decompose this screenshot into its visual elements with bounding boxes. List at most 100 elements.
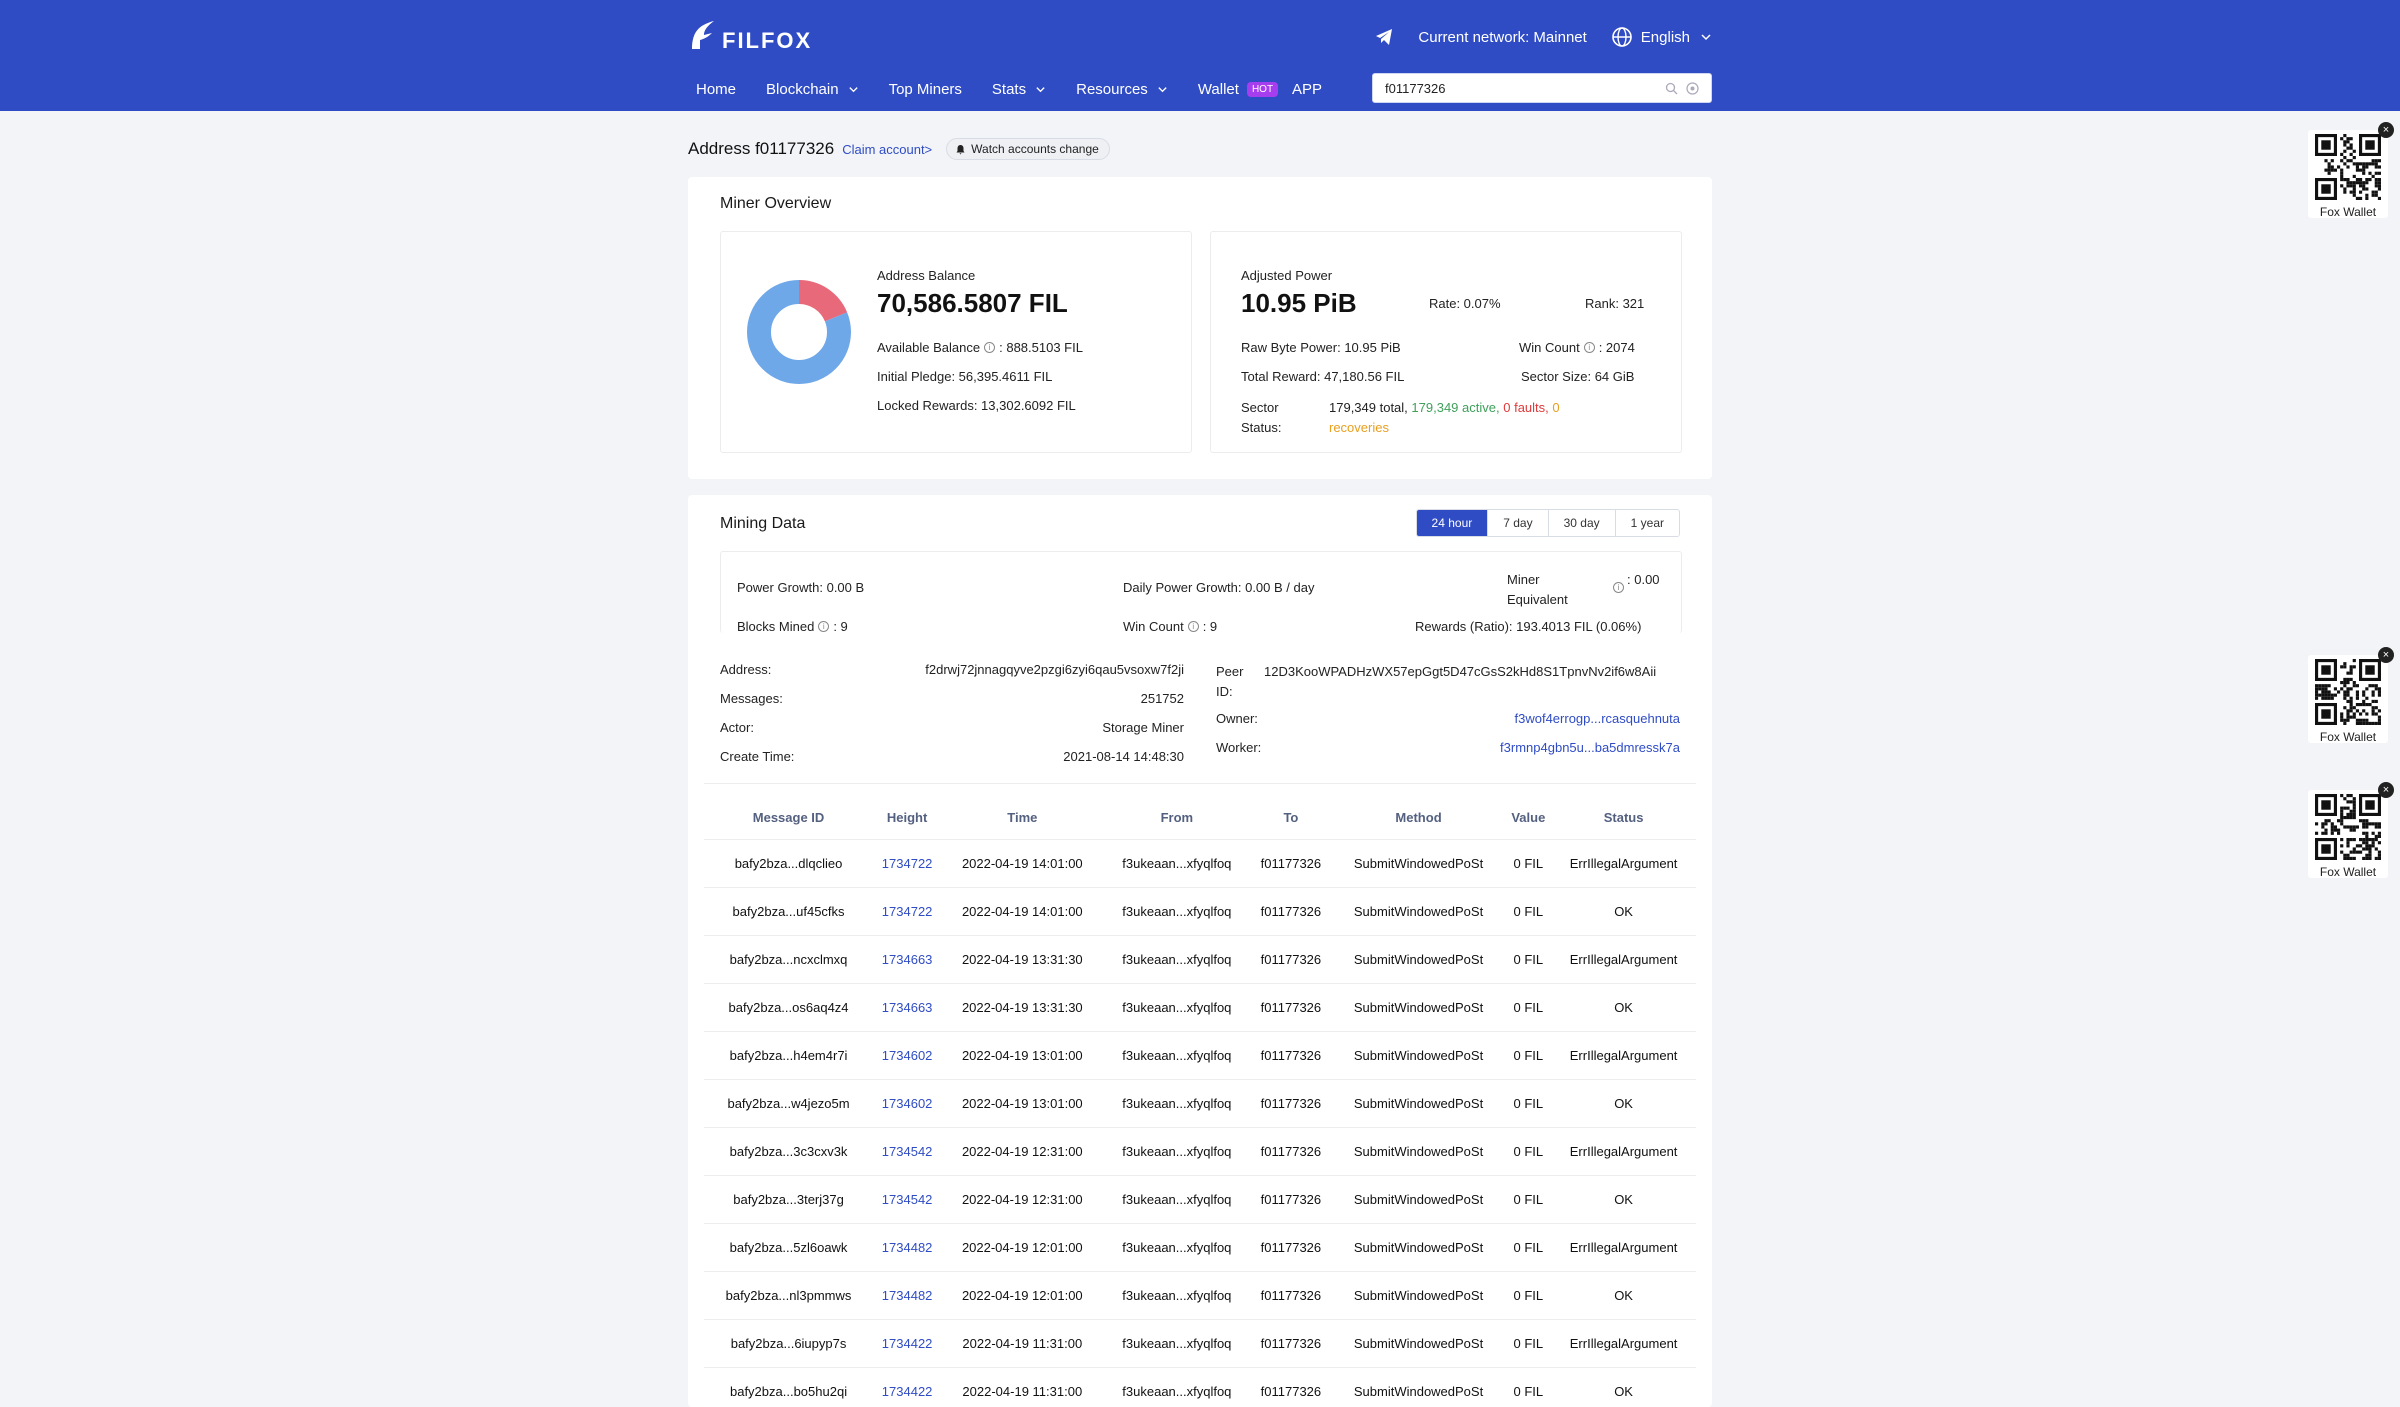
- balance-label: Address Balance: [877, 268, 976, 283]
- balance-panel: Address Balance 70,586.5807 FIL Availabl…: [720, 231, 1192, 453]
- top-header: FILFOX Current network: Mainnet English …: [0, 0, 2400, 111]
- status-cell: OK: [1551, 1270, 1696, 1319]
- value-cell: 0 FIL: [1505, 1078, 1552, 1127]
- qr-caption: Fox Wallet: [2319, 205, 2377, 219]
- info-icon[interactable]: i: [1187, 621, 1199, 632]
- method-cell: SubmitWindowedPoSt: [1331, 982, 1506, 1031]
- message-id-link[interactable]: bafy2bza...h4em4r7i: [704, 1030, 874, 1079]
- message-id-link[interactable]: bafy2bza...w4jezo5m: [704, 1078, 874, 1127]
- height-link[interactable]: 1734602: [873, 1078, 942, 1127]
- globe-icon: [1611, 27, 1632, 47]
- nav-label: Resources: [1076, 80, 1148, 98]
- fox-wallet-qr-widget[interactable]: × Fox Wallet: [2308, 647, 2394, 744]
- time-cell: 2022-04-19 14:01:00: [941, 838, 1104, 887]
- close-icon[interactable]: ×: [2378, 122, 2394, 138]
- time-cell: 2022-04-19 12:01:00: [941, 1222, 1104, 1271]
- period-1-year[interactable]: 1 year: [1614, 510, 1679, 536]
- fox-wallet-qr-widget[interactable]: × Fox Wallet: [2308, 122, 2394, 219]
- nav-home[interactable]: Home: [696, 81, 736, 98]
- search-icon[interactable]: [1665, 82, 1678, 95]
- logo-text: FILFOX: [722, 28, 813, 53]
- mining-stats-panel: Power Growth: 0.00 B Daily Power Growth:…: [720, 551, 1682, 634]
- message-id-link[interactable]: bafy2bza...5zl6oawk: [704, 1222, 874, 1271]
- status-cell: OK: [1551, 1366, 1696, 1407]
- height-link[interactable]: 1734482: [873, 1222, 942, 1271]
- method-cell: SubmitWindowedPoSt: [1331, 1222, 1506, 1271]
- height-link[interactable]: 1734482: [873, 1270, 942, 1319]
- search-input[interactable]: [1385, 80, 1657, 96]
- watch-accounts-button[interactable]: Watch accounts change: [946, 138, 1110, 160]
- language-selector[interactable]: English: [1641, 29, 1690, 46]
- mining-win-count-row: Win Count i : 9: [1123, 619, 1217, 634]
- nav-wallet[interactable]: Wallet HOT: [1198, 81, 1279, 98]
- height-link[interactable]: 1734663: [873, 934, 942, 983]
- message-id-link[interactable]: bafy2bza...dlqclieo: [704, 838, 874, 887]
- info-icon[interactable]: i: [984, 342, 996, 353]
- close-icon[interactable]: ×: [2378, 647, 2394, 663]
- message-id-link[interactable]: bafy2bza...uf45cfks: [704, 886, 874, 935]
- rewards-ratio: Rewards (Ratio): 193.4013 FIL (0.06%): [1415, 619, 1642, 634]
- nav-app[interactable]: APP: [1292, 81, 1322, 98]
- sector-size: Sector Size: 64 GiB: [1521, 369, 1635, 384]
- value-cell: 0 FIL: [1505, 934, 1552, 983]
- close-icon[interactable]: ×: [2378, 782, 2394, 798]
- blocks-mined-row: Blocks Mined i : 9: [737, 619, 848, 634]
- nav-resources[interactable]: Resources: [1076, 81, 1168, 98]
- time-cell: 2022-04-19 11:31:00: [941, 1366, 1104, 1407]
- info-icon[interactable]: i: [1583, 342, 1595, 353]
- method-cell: SubmitWindowedPoSt: [1331, 1078, 1506, 1127]
- message-id-link[interactable]: bafy2bza...3c3cxv3k: [704, 1126, 874, 1175]
- period-7-day[interactable]: 7 day: [1487, 510, 1548, 536]
- nav-stats[interactable]: Stats: [992, 81, 1046, 98]
- height-link[interactable]: 1734542: [873, 1174, 942, 1223]
- height-link[interactable]: 1734422: [873, 1366, 942, 1407]
- to-cell: f01177326: [1250, 1174, 1332, 1223]
- table-row: bafy2bza...h4em4r7i 1734602 2022-04-19 13:…: [704, 1030, 1696, 1079]
- period-30-day[interactable]: 30 day: [1547, 510, 1615, 536]
- owner-link[interactable]: f3wof4errogp...rcasquehnuta: [1515, 711, 1681, 726]
- message-id-link[interactable]: bafy2bza...nl3pmmws: [704, 1270, 874, 1319]
- to-cell: f01177326: [1250, 1078, 1332, 1127]
- value-cell: 0 FIL: [1505, 1126, 1552, 1175]
- to-cell: f01177326: [1250, 1318, 1332, 1367]
- height-link[interactable]: 1734722: [873, 838, 942, 887]
- power-rank: Rank: 321: [1585, 296, 1645, 311]
- message-id-link[interactable]: bafy2bza...3terj37g: [704, 1174, 874, 1223]
- col-time: Time: [1007, 810, 1038, 826]
- height-link[interactable]: 1734663: [873, 982, 942, 1031]
- telegram-icon[interactable]: [1374, 27, 1394, 47]
- win-count-value: : 9: [1202, 619, 1218, 634]
- nav-top-miners[interactable]: Top Miners: [889, 81, 962, 98]
- message-id-link[interactable]: bafy2bza...6iupyp7s: [704, 1318, 874, 1367]
- worker-link[interactable]: f3rmnp4gbn5u...ba5dmressk7a: [1500, 740, 1680, 755]
- message-id-link[interactable]: bafy2bza...ncxclmxq: [704, 934, 874, 983]
- fox-wallet-qr-widget[interactable]: × Fox Wallet: [2308, 782, 2394, 879]
- height-link[interactable]: 1734542: [873, 1126, 942, 1175]
- available-balance-row: Available Balance i : 888.5103 FIL: [877, 340, 1083, 355]
- method-cell: SubmitWindowedPoSt: [1331, 1318, 1506, 1367]
- nav-blockchain[interactable]: Blockchain: [766, 81, 859, 98]
- claim-account-link[interactable]: Claim account>: [842, 142, 932, 157]
- method-cell: SubmitWindowedPoSt: [1331, 886, 1506, 935]
- network-label[interactable]: Current network: Mainnet: [1418, 29, 1586, 46]
- section-title: Mining Data: [720, 515, 806, 532]
- info-icon[interactable]: i: [818, 621, 830, 632]
- filfox-logo[interactable]: FILFOX: [688, 18, 812, 54]
- sector-faults: 0 faults,: [1503, 400, 1549, 415]
- height-link[interactable]: 1734602: [873, 1030, 942, 1079]
- period-24-hour[interactable]: 24 hour: [1416, 510, 1488, 536]
- status-cell: ErrIllegalArgument: [1551, 1030, 1696, 1079]
- height-link[interactable]: 1734422: [873, 1318, 942, 1367]
- height-link[interactable]: 1734722: [873, 886, 942, 935]
- scan-icon[interactable]: [1686, 81, 1699, 95]
- info-icon[interactable]: i: [1613, 582, 1624, 593]
- message-id-link[interactable]: bafy2bza...os6aq4z4: [704, 982, 874, 1031]
- to-cell: f01177326: [1250, 1270, 1332, 1319]
- status-cell: OK: [1551, 982, 1696, 1031]
- raw-byte-power: Raw Byte Power: 10.95 PiB: [1241, 340, 1401, 355]
- table-row: bafy2bza...6iupyp7s 1734422 2022-04-19 11:…: [704, 1318, 1696, 1367]
- qr-code-icon: [2315, 134, 2381, 200]
- message-id-link[interactable]: bafy2bza...bo5hu2qi: [704, 1366, 874, 1407]
- available-balance-value: : 888.5103 FIL: [999, 340, 1083, 355]
- blocks-mined-label: Blocks Mined: [737, 619, 815, 634]
